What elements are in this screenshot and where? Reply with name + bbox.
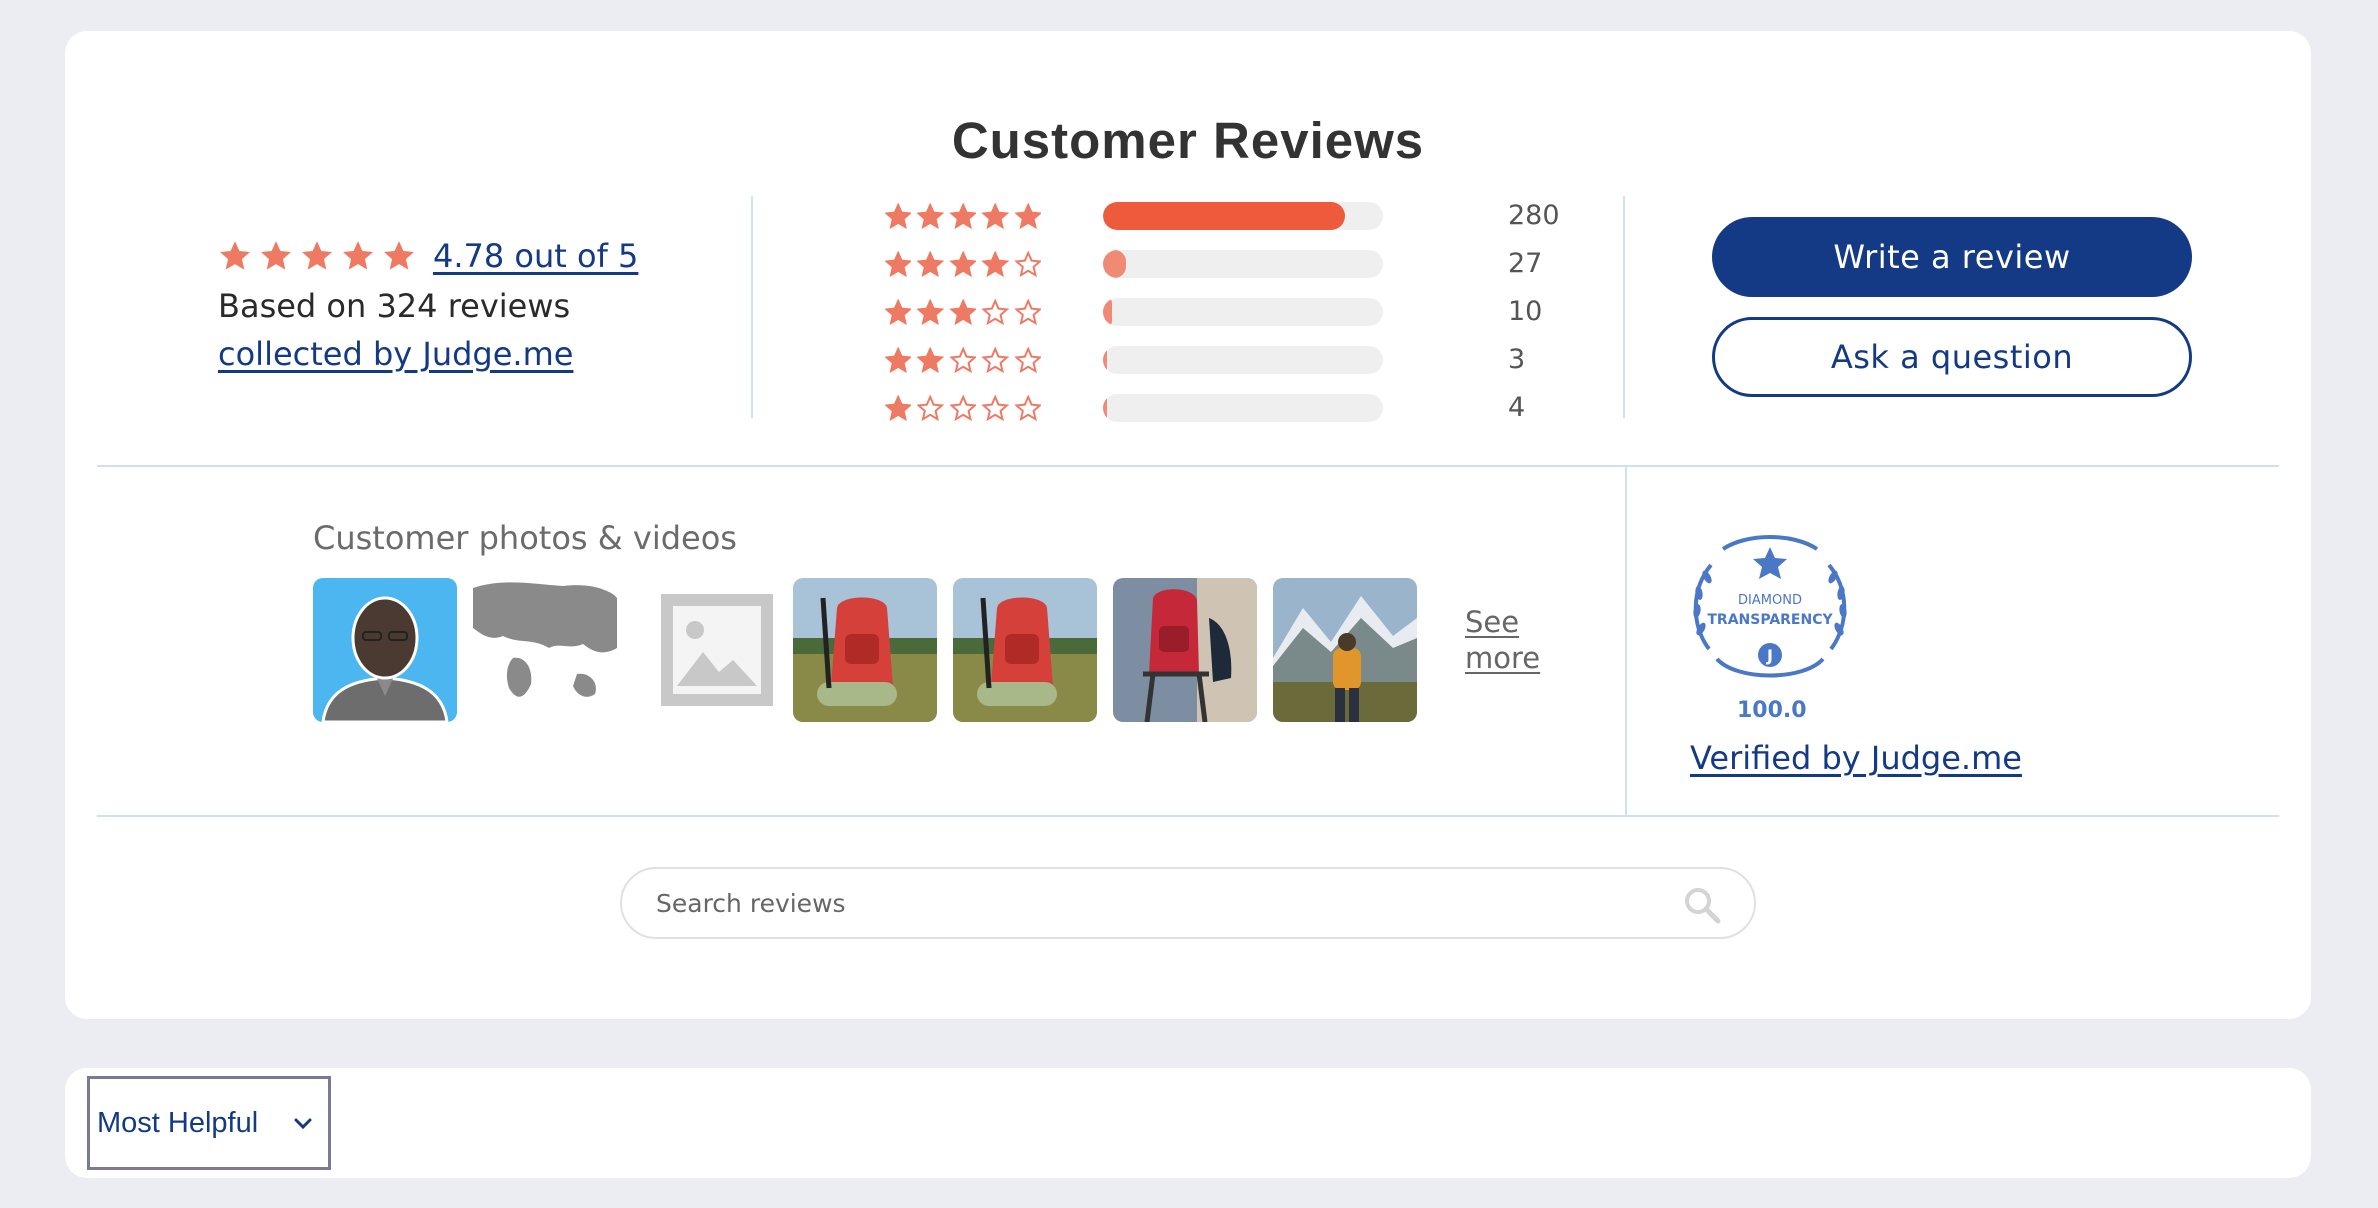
histogram-bar-fill xyxy=(1103,298,1112,326)
star-filled-icon xyxy=(917,250,944,277)
star-filled-icon xyxy=(260,241,292,270)
badge-score: 100.0 xyxy=(1737,698,1807,723)
chevron-down-icon xyxy=(294,1118,312,1130)
image-placeholder-icon xyxy=(633,578,777,722)
badge-line2: TRANSPARENCY xyxy=(1707,612,1833,628)
histogram-row-3[interactable] xyxy=(885,294,1047,330)
histogram-bar-fill xyxy=(1103,202,1345,230)
star-filled-icon xyxy=(301,241,333,270)
star-empty-icon xyxy=(1014,346,1042,373)
star-filled-icon xyxy=(1014,202,1042,229)
star-filled-icon xyxy=(982,202,1009,229)
transparency-badge-icon: DIAMOND TRANSPARENCY J xyxy=(1693,535,1847,678)
search-reviews-input[interactable] xyxy=(654,887,1658,919)
star-filled-icon xyxy=(885,298,912,325)
star-empty-icon xyxy=(1014,250,1042,277)
star-empty-icon xyxy=(1014,298,1042,325)
media-thumbnail[interactable] xyxy=(1273,578,1417,722)
star-filled-icon xyxy=(885,250,912,277)
average-rating-link[interactable]: 4.78 out of 5 xyxy=(433,237,638,275)
divider xyxy=(1623,196,1625,418)
histogram-bar-fill xyxy=(1103,250,1127,278)
star-filled-icon xyxy=(949,202,977,229)
histogram-stars xyxy=(885,202,1047,230)
media-thumbnail[interactable] xyxy=(473,578,617,722)
media-thumbnail[interactable] xyxy=(953,578,1097,722)
collected-by-link[interactable]: collected by Judge.me xyxy=(218,335,573,373)
star-empty-icon xyxy=(982,346,1009,373)
star-filled-icon xyxy=(917,298,944,325)
media-thumbnail[interactable] xyxy=(1113,578,1257,722)
ask-question-button[interactable]: Ask a question xyxy=(1712,317,2192,397)
histogram-count: 4 xyxy=(1508,392,1526,423)
backpack-chair-photo xyxy=(1113,578,1257,722)
verified-by-link[interactable]: Verified by Judge.me xyxy=(1690,739,2022,777)
media-thumbnail[interactable] xyxy=(793,578,937,722)
divider xyxy=(1625,467,1627,815)
histogram-count: 10 xyxy=(1508,296,1543,327)
star-empty-icon xyxy=(949,346,977,373)
star-empty-icon xyxy=(982,298,1009,325)
histogram-stars xyxy=(885,298,1047,326)
histogram-bar xyxy=(1103,346,1383,374)
histogram-stars xyxy=(885,250,1047,278)
histogram-count: 280 xyxy=(1508,200,1560,231)
star-filled-icon xyxy=(383,241,415,270)
histogram-row-4[interactable] xyxy=(885,246,1047,282)
histogram-stars xyxy=(885,346,1047,374)
person-portrait-image xyxy=(313,578,457,722)
star-filled-icon xyxy=(982,250,1009,277)
media-thumbnail[interactable] xyxy=(313,578,457,722)
media-heading: Customer photos & videos xyxy=(313,519,737,557)
star-filled-icon xyxy=(949,298,977,325)
reviews-widget: Customer Reviews 4.78 out of 5 Based on … xyxy=(65,31,2311,1019)
histogram-bar xyxy=(1103,298,1383,326)
search-icon[interactable] xyxy=(1682,885,1722,925)
histogram-row-2[interactable] xyxy=(885,342,1047,378)
star-filled-icon xyxy=(885,202,912,229)
histogram-count: 3 xyxy=(1508,344,1526,375)
star-filled-icon xyxy=(219,241,251,270)
search-bar xyxy=(620,867,1756,939)
divider xyxy=(751,196,753,418)
write-review-button[interactable]: Write a review xyxy=(1712,217,2192,297)
reviews-title: Customer Reviews xyxy=(951,112,1425,169)
sort-bar: Most Helpful xyxy=(65,1068,2311,1178)
world-map-image xyxy=(473,578,617,722)
hiker-mountains-photo xyxy=(1273,578,1417,722)
badge-letter: J xyxy=(1766,646,1773,665)
divider xyxy=(97,815,2279,817)
star-filled-icon xyxy=(949,250,977,277)
star-empty-icon xyxy=(949,394,977,421)
review-count-text: Based on 324 reviews xyxy=(218,287,571,325)
star-empty-icon xyxy=(1014,394,1042,421)
backpack-photo xyxy=(793,578,937,722)
sort-selected-value: Most Helpful xyxy=(97,1106,259,1139)
divider xyxy=(97,465,2279,467)
star-empty-icon xyxy=(982,394,1009,421)
average-rating-stars: 4.78 out of 5 xyxy=(218,237,678,275)
backpack-photo xyxy=(953,578,1097,722)
star-empty-icon xyxy=(917,394,944,421)
badge-line1: DIAMOND xyxy=(1738,593,1802,608)
star-filled-icon xyxy=(342,241,374,270)
histogram-stars xyxy=(885,394,1047,422)
see-more-link[interactable]: See more xyxy=(1465,604,1545,676)
histogram-bar xyxy=(1103,202,1383,230)
star-filled-icon xyxy=(917,202,944,229)
histogram-row-5[interactable] xyxy=(885,198,1047,234)
star-filled-icon xyxy=(885,346,912,373)
histogram-bar-fill xyxy=(1103,394,1107,422)
media-thumbnail[interactable] xyxy=(633,578,777,722)
sort-select[interactable]: Most Helpful xyxy=(87,1076,331,1170)
rating-summary: 4.78 out of 5 Based on 324 reviews colle… xyxy=(218,237,678,373)
histogram-bar-fill xyxy=(1103,346,1107,374)
histogram-row-1[interactable] xyxy=(885,390,1047,426)
star-filled-icon xyxy=(917,346,944,373)
histogram-bar xyxy=(1103,394,1383,422)
star-filled-icon xyxy=(885,394,912,421)
histogram-count: 27 xyxy=(1508,248,1543,279)
histogram-bar xyxy=(1103,250,1383,278)
